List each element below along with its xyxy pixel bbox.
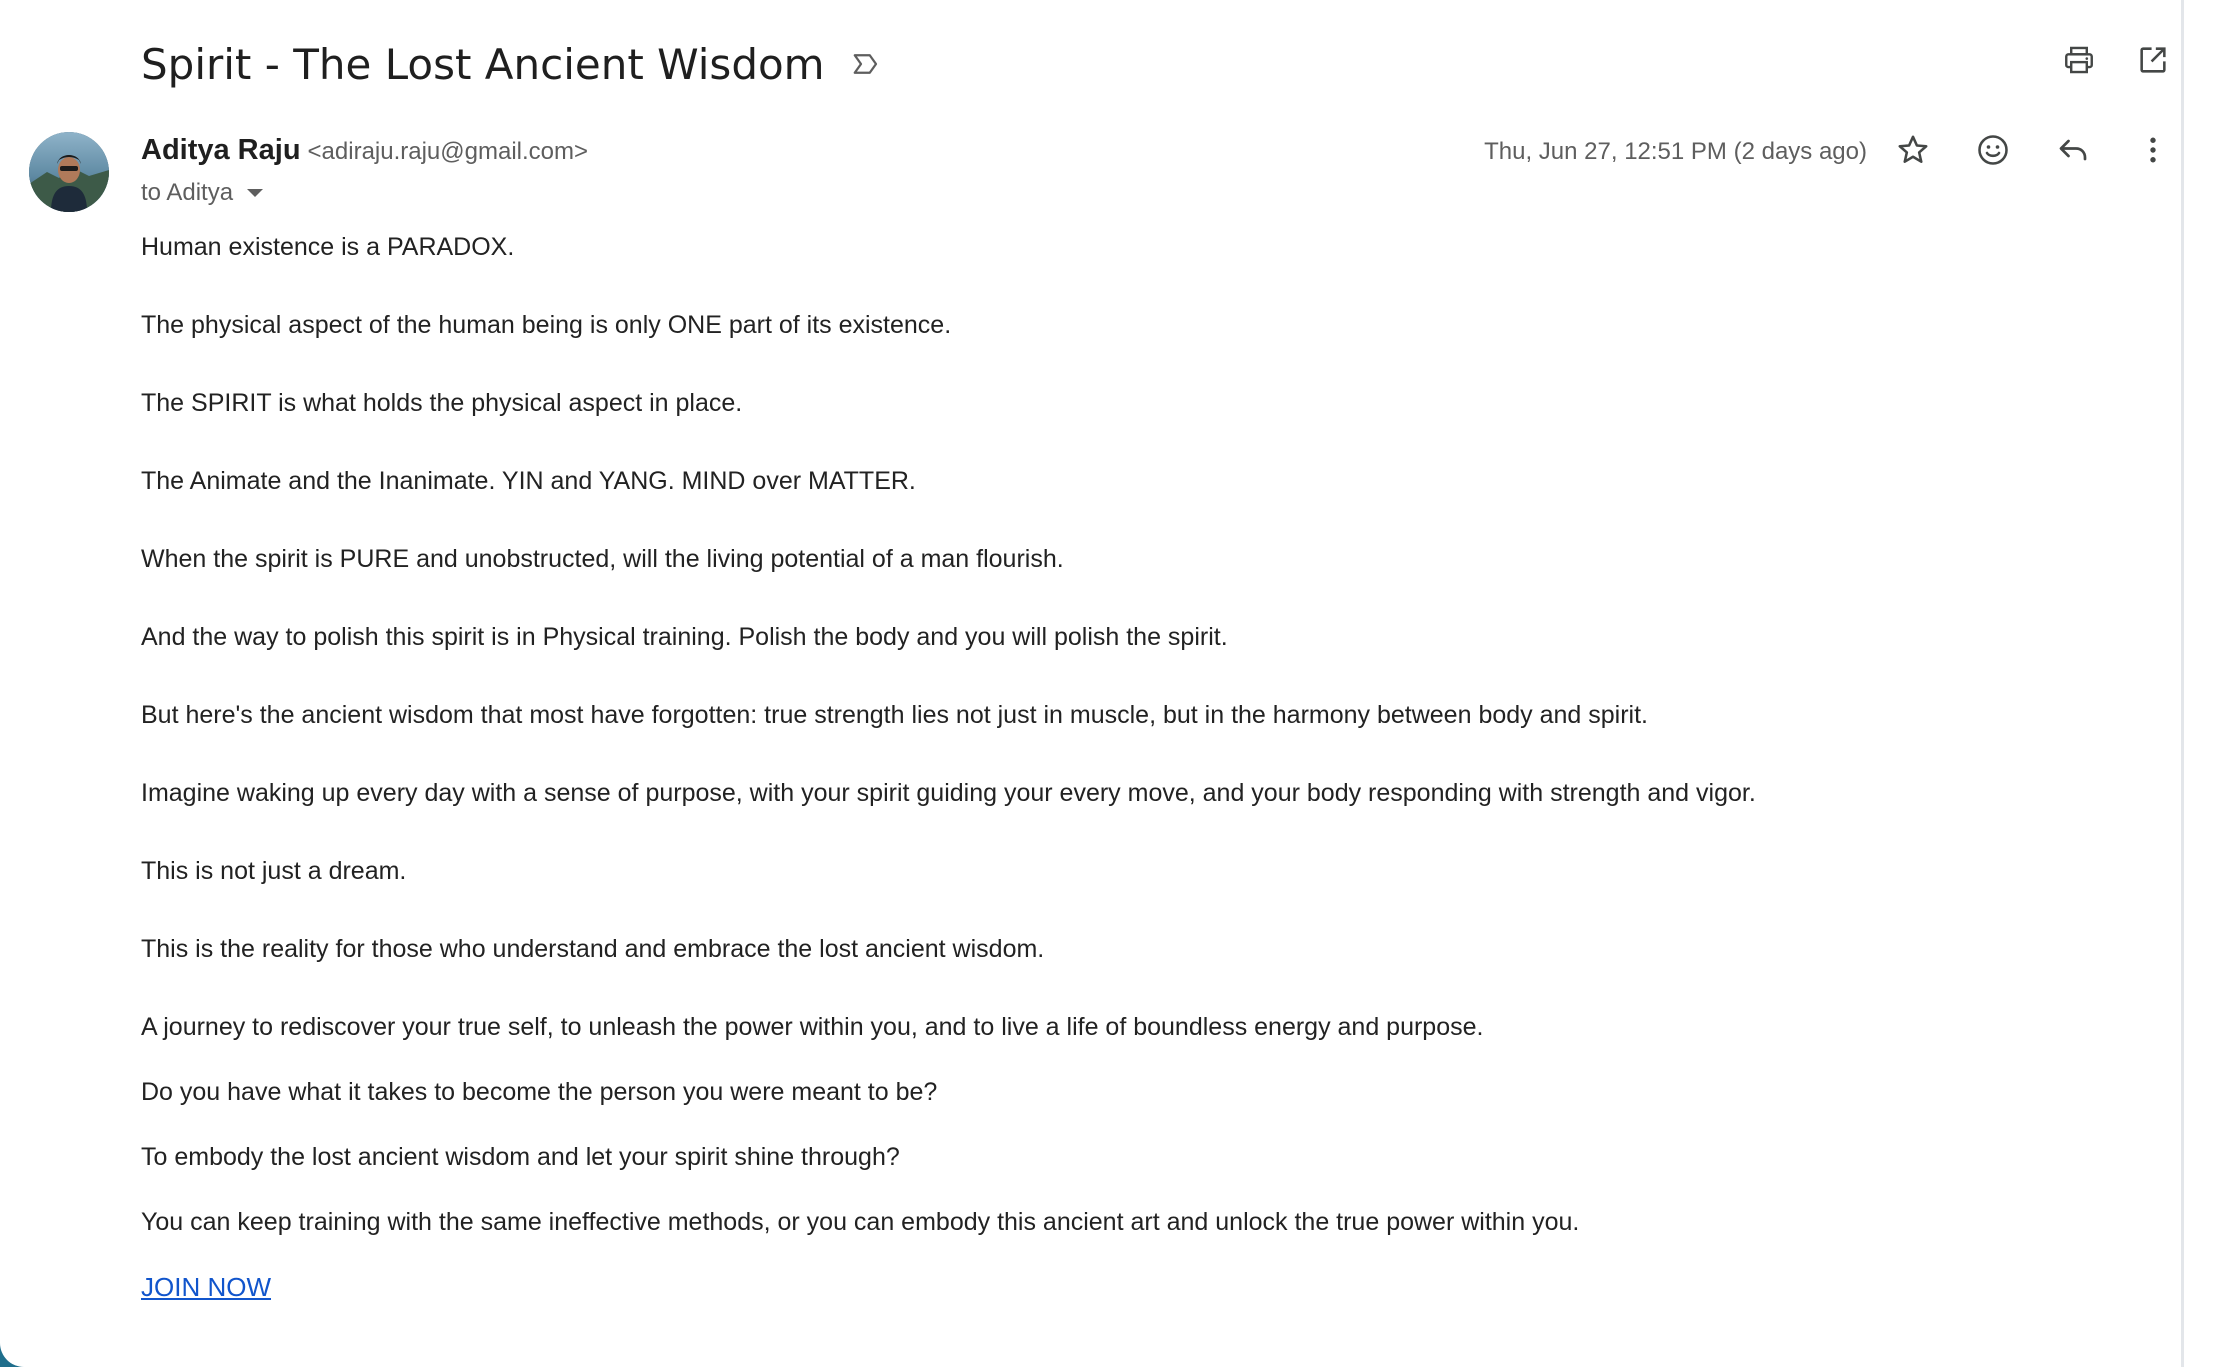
star-outline-icon (1895, 132, 1931, 173)
email-body: Human existence is a PARADOX. The physic… (141, 228, 2141, 1306)
body-paragraph: The Animate and the Inanimate. YIN and Y… (141, 467, 916, 495)
more-vert-icon (2135, 132, 2171, 173)
sender-avatar[interactable] (29, 132, 109, 212)
reply-icon (2055, 132, 2091, 173)
recipient-line: to Aditya (141, 176, 264, 210)
body-paragraph: Do you have what it takes to become the … (141, 1078, 938, 1106)
body-paragraph: A journey to rediscover your true self, … (141, 1013, 1484, 1041)
reply-button[interactable] (2051, 130, 2095, 174)
message-meta-row: Thu, Jun 27, 12:51 PM (2 days ago) (1484, 130, 2175, 174)
window-corner (0, 1343, 24, 1367)
email-view: Spirit - The Lost Ancient Wisdom Aditya … (0, 0, 2225, 1367)
join-now-link[interactable]: JOIN NOW (141, 1268, 271, 1306)
open-in-new-icon (2136, 43, 2170, 82)
message-date: Thu, Jun 27, 12:51 PM (2 days ago) (1484, 138, 1867, 165)
print-button[interactable] (2057, 40, 2101, 84)
scroll-gutter (2181, 0, 2225, 1367)
body-paragraph: This is the reality for those who unders… (141, 935, 1045, 963)
body-paragraph: When the spirit is PURE and unobstructed… (141, 545, 1064, 573)
body-paragraph: Imagine waking up every day with a sense… (141, 779, 1756, 807)
body-paragraph: And the way to polish this spirit is in … (141, 623, 1228, 651)
label-outline-icon[interactable] (849, 47, 883, 81)
message-actions (1891, 130, 2175, 174)
open-in-new-window-button[interactable] (2131, 40, 2175, 84)
add-reaction-button[interactable] (1971, 130, 2015, 174)
body-paragraph: The SPIRIT is what holds the physical as… (141, 389, 743, 417)
star-button[interactable] (1891, 130, 1935, 174)
sender-line: Aditya Raju <adiraju.raju@gmail.com> (141, 134, 588, 174)
body-paragraph: But here's the ancient wisdom that most … (141, 701, 1648, 729)
body-paragraph: This is not just a dream. (141, 857, 407, 885)
body-paragraph: Human existence is a PARADOX. (141, 233, 515, 261)
body-paragraph: The physical aspect of the human being i… (141, 311, 952, 339)
emoji-reaction-icon (1975, 132, 2011, 173)
subject-row: Spirit - The Lost Ancient Wisdom (141, 34, 883, 94)
email-subject: Spirit - The Lost Ancient Wisdom (141, 39, 825, 89)
sender-email: <adiraju.raju@gmail.com> (307, 138, 589, 165)
body-paragraph: To embody the lost ancient wisdom and le… (141, 1143, 900, 1171)
recipient-label: to Aditya (141, 179, 234, 206)
print-icon (2062, 43, 2096, 82)
sender-name[interactable]: Aditya Raju (141, 134, 301, 167)
caret-down-icon[interactable] (247, 189, 264, 197)
more-options-button[interactable] (2131, 130, 2175, 174)
top-actions (2057, 40, 2175, 84)
body-paragraph: You can keep training with the same inef… (141, 1208, 1580, 1236)
